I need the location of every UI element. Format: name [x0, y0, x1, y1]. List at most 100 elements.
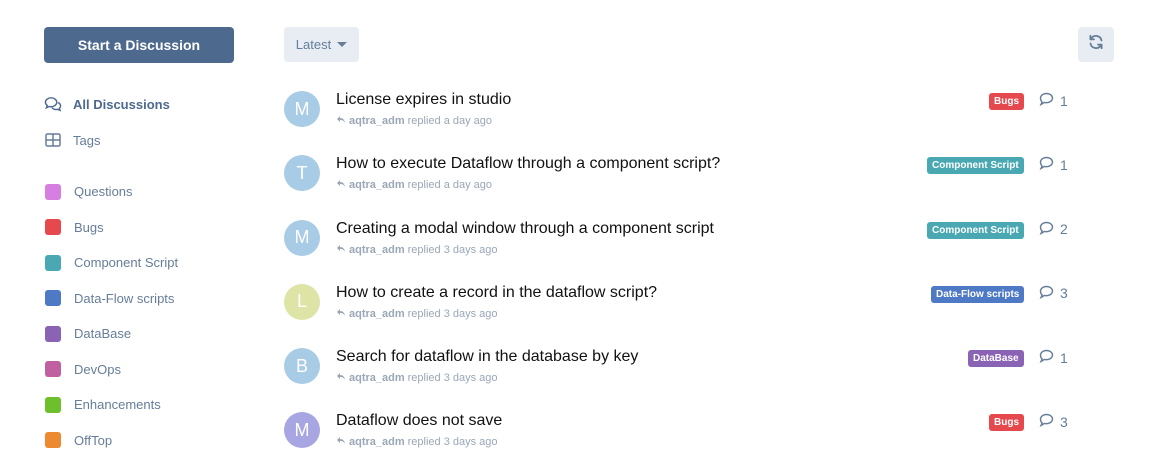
reply-count-value: 1 [1060, 156, 1068, 173]
sidebar-item-label: Questions [74, 184, 133, 200]
sort-dropdown[interactable]: Latest [284, 27, 359, 62]
discussion-title[interactable]: Search for dataflow in the database by k… [336, 348, 638, 366]
discussion-title[interactable]: Creating a modal window through a compon… [336, 220, 714, 238]
discussion-user[interactable]: aqtra_adm [349, 372, 405, 384]
sidebar-item-tag[interactable]: Enhancements [44, 387, 244, 423]
discussion-meta: aqtra_adm replied a day ago [336, 115, 492, 127]
reply-arrow-icon [336, 436, 346, 448]
tag-badge[interactable]: Bugs [989, 93, 1024, 110]
tag-color-square-icon [45, 432, 61, 449]
discussion-title[interactable]: How to create a record in the dataflow s… [336, 284, 657, 302]
tags-grid-icon [44, 131, 62, 149]
tag-badge[interactable]: DataBase [968, 350, 1024, 368]
reply-count: 1 [1039, 349, 1068, 366]
sidebar-item-label: Component Script [74, 255, 179, 271]
avatar[interactable]: M [284, 219, 320, 256]
tag-color-square-icon [45, 396, 61, 413]
reply-count: 2 [1039, 221, 1068, 238]
reply-count: 3 [1039, 413, 1068, 430]
comment-bubble-icon [1039, 221, 1060, 238]
tag-color-square-icon [45, 290, 61, 307]
sidebar-item-label: Tags [73, 132, 101, 148]
sidebar-item-label: Data-Flow scripts [74, 290, 175, 306]
sidebar-item-tag[interactable]: DataBase [44, 316, 244, 352]
discussion-user[interactable]: aqtra_adm [349, 179, 405, 191]
avatar[interactable]: M [284, 91, 320, 127]
reply-count-value: 1 [1060, 349, 1068, 366]
sidebar-item-label: OffTop [74, 432, 113, 448]
sidebar-nav: All Discussions Tags Questions Bugs Compon… [44, 86, 244, 458]
discussion-row[interactable]: M License expires in studio aqtra_adm repli… [284, 84, 1084, 148]
caret-down-icon [337, 42, 348, 47]
reply-arrow-icon [336, 308, 346, 320]
discussion-time: replied 3 days ago [407, 372, 498, 385]
discussion-row[interactable]: M Creating a modal window through a compo… [284, 213, 1084, 277]
comment-bubble-icon [1039, 156, 1060, 173]
discussion-meta: aqtra_adm replied 3 days ago [336, 308, 498, 320]
tag-color-square-icon [45, 361, 61, 378]
discussion-time: replied 3 days ago [407, 243, 498, 256]
tag-color-square-icon [45, 325, 61, 342]
discussion-row[interactable]: B Search for dataflow in the database by … [284, 341, 1084, 405]
avatar[interactable]: M [284, 412, 320, 449]
comment-bubble-icon [1039, 349, 1060, 366]
discussion-row[interactable]: L How to create a record in the dataflow … [284, 277, 1084, 341]
discussion-meta: aqtra_adm replied 3 days ago [336, 244, 498, 256]
comments-icon [44, 95, 62, 113]
sidebar-item-tag[interactable]: Questions [44, 174, 244, 210]
sidebar-item-tags[interactable]: Tags [44, 122, 244, 158]
refresh-button[interactable] [1078, 27, 1114, 62]
discussion-list: M License expires in studio aqtra_adm repli… [284, 84, 1084, 470]
tag-badge[interactable]: Bugs [989, 414, 1024, 432]
sidebar-item-tag[interactable]: Bugs [44, 210, 244, 246]
tag-color-square-icon [45, 254, 61, 271]
sidebar-item-label: All Discussions [73, 96, 170, 112]
comment-bubble-icon [1039, 92, 1060, 109]
discussion-time: replied 3 days ago [407, 436, 498, 449]
discussion-meta: aqtra_adm replied 3 days ago [336, 372, 498, 384]
sort-dropdown-label: Latest [295, 37, 332, 52]
discussion-meta: aqtra_adm replied 3 days ago [336, 436, 498, 448]
avatar[interactable]: T [284, 155, 320, 192]
discussion-time: replied a day ago [407, 179, 493, 192]
start-discussion-button[interactable]: Start a Discussion [44, 27, 234, 63]
discussion-row[interactable]: M Dataflow does not save aqtra_adm replied … [284, 405, 1084, 469]
comment-bubble-icon [1039, 413, 1060, 430]
sidebar-item-tag[interactable]: Component Script [44, 245, 244, 281]
discussion-title[interactable]: Dataflow does not save [336, 412, 502, 430]
reply-arrow-icon [336, 179, 346, 191]
reply-arrow-icon [336, 372, 346, 384]
reply-count-value: 1 [1060, 92, 1068, 109]
discussion-title[interactable]: How to execute Dataflow through a compon… [336, 155, 720, 173]
discussion-user[interactable]: aqtra_adm [349, 115, 405, 127]
sidebar-item-tag[interactable]: OffTop [44, 423, 244, 459]
reply-count: 1 [1039, 92, 1068, 109]
tag-badge[interactable]: Data-Flow scripts [931, 285, 1025, 303]
tag-badge[interactable]: Component Script [927, 221, 1024, 239]
reply-arrow-icon [336, 244, 346, 256]
tag-badge[interactable]: Component Script [927, 157, 1024, 175]
discussion-time: replied a day ago [407, 115, 493, 127]
discussion-time: replied 3 days ago [407, 307, 498, 320]
discussion-user[interactable]: aqtra_adm [349, 436, 405, 448]
avatar[interactable]: B [284, 348, 320, 385]
discussion-title[interactable]: License expires in studio [336, 91, 511, 109]
reply-count-value: 3 [1060, 413, 1068, 430]
discussion-row[interactable]: T How to execute Dataflow through a compo… [284, 148, 1084, 212]
comment-bubble-icon [1039, 285, 1060, 302]
reply-count: 1 [1039, 156, 1068, 173]
sidebar-item-label: Bugs [74, 219, 104, 235]
tag-color-square-icon [45, 183, 61, 200]
sidebar-item-label: Enhancements [74, 397, 161, 413]
avatar[interactable]: L [284, 283, 320, 320]
discussion-user[interactable]: aqtra_adm [349, 308, 405, 320]
tag-color-square-icon [45, 219, 61, 236]
sidebar-item-tag[interactable]: DevOps [44, 352, 244, 388]
sidebar-item-label: DataBase [74, 326, 132, 342]
discussion-meta: aqtra_adm replied a day ago [336, 179, 492, 191]
sidebar-item-all-discussions[interactable]: All Discussions [44, 86, 244, 122]
reply-count: 3 [1039, 285, 1068, 302]
refresh-icon [1088, 34, 1104, 55]
discussion-user[interactable]: aqtra_adm [349, 244, 405, 256]
sidebar-item-tag[interactable]: Data-Flow scripts [44, 281, 244, 317]
